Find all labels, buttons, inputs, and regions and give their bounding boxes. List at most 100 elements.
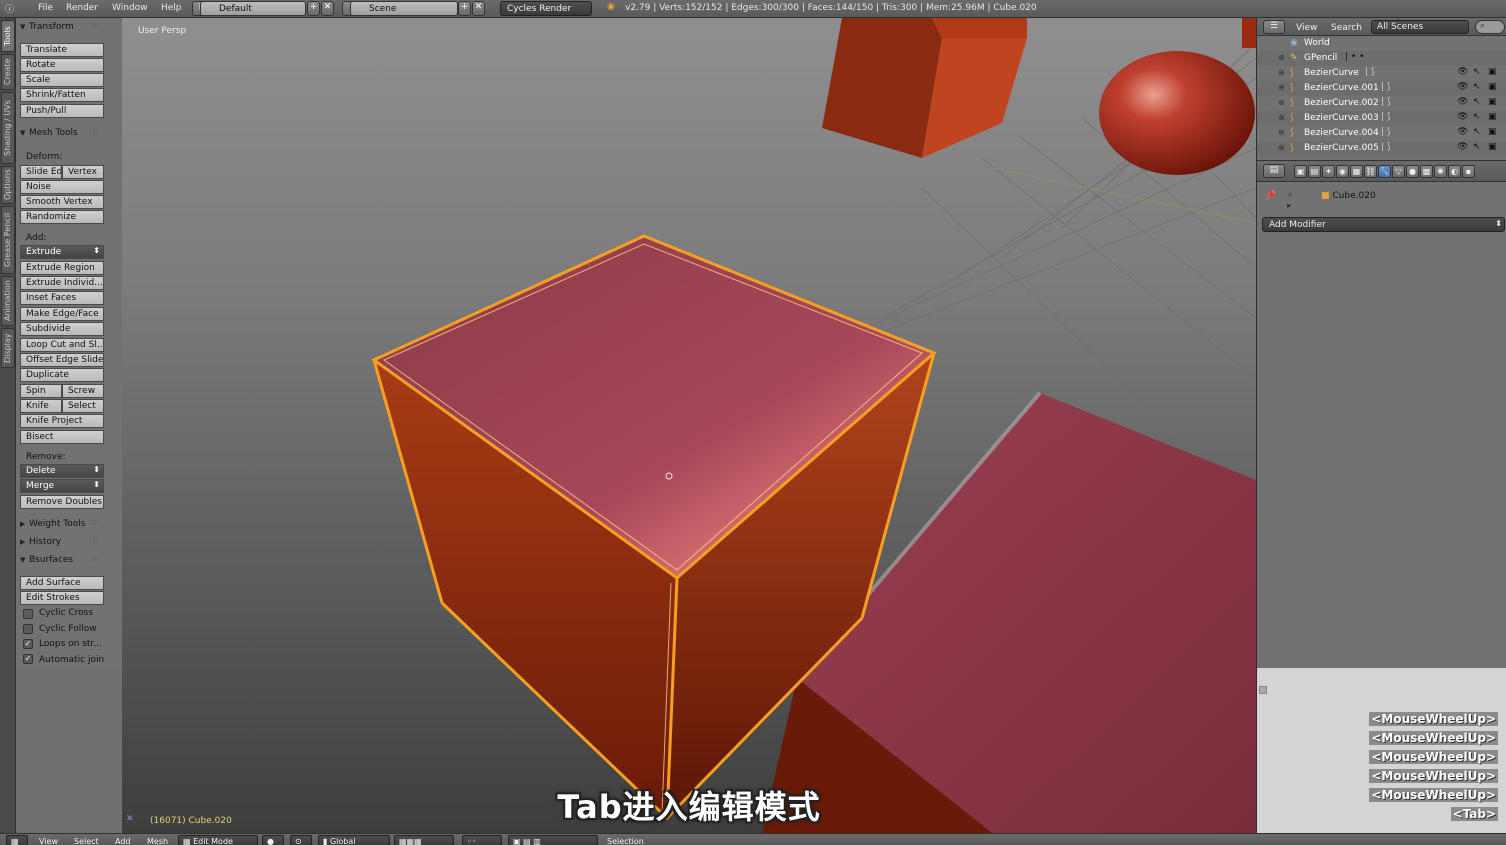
extrude-region-button[interactable]: Extrude Region [20, 261, 104, 275]
mesh-tools-panel-header[interactable]: ▼ Mesh Tools ∷∷ [20, 128, 98, 138]
render-camera-icon[interactable]: ▣ [1488, 142, 1497, 152]
bisect-button[interactable]: Bisect [20, 430, 104, 444]
visibility-eye-icon[interactable]: 👁 [1457, 142, 1468, 152]
layers-icon[interactable]: ◦◦ [462, 835, 502, 845]
expand-icon[interactable]: ⊕ [1278, 143, 1285, 152]
tab-animation[interactable]: Animation [1, 276, 15, 326]
knife-project-button[interactable]: Knife Project [20, 414, 104, 428]
render-camera-icon[interactable]: ▣ [1488, 82, 1497, 92]
search-icon[interactable]: ⌕ [1475, 20, 1505, 34]
remove-doubles-button[interactable]: Remove Doubles [20, 495, 104, 509]
select-arrow-icon[interactable]: ↖ [1473, 97, 1481, 107]
expand-icon[interactable]: ⊕ [1278, 113, 1285, 122]
screw-button[interactable]: Screw [62, 384, 104, 398]
menu-window[interactable]: Window [112, 3, 148, 13]
select-arrow-icon[interactable]: ↖ [1473, 127, 1481, 137]
scene-tab-icon[interactable]: ✦ [1322, 165, 1335, 178]
blender-logo-icon[interactable]: ⓘ [5, 2, 14, 15]
object-tab-icon[interactable]: ▦ [1350, 165, 1363, 178]
merge-select[interactable]: Merge ⬍ [20, 479, 104, 493]
visibility-eye-icon[interactable]: 👁 [1457, 97, 1468, 107]
outliner-view-menu[interactable]: View [1296, 23, 1317, 33]
grip-icon[interactable]: ∷∷ [90, 519, 98, 527]
slide-edge-button[interactable]: Slide Ed [20, 165, 62, 179]
menu-mesh[interactable]: Mesh [147, 837, 168, 845]
orientation-select[interactable]: ▮ Global [318, 835, 390, 845]
particles-tab-icon[interactable]: ✺ [1434, 165, 1447, 178]
extra-tab-icon[interactable]: ▪ [1462, 165, 1475, 178]
select-arrow-icon[interactable]: ↖ [1473, 82, 1481, 92]
shading-sphere-icon[interactable]: ● [262, 835, 284, 845]
cyclic-cross-checkbox[interactable] [23, 609, 33, 619]
render-camera-icon[interactable]: ▣ [1488, 127, 1497, 137]
duplicate-button[interactable]: Duplicate [20, 368, 104, 382]
extrude-select[interactable]: Extrude ⬍ [20, 245, 104, 259]
constraints-tab-icon[interactable]: ⛓ [1364, 165, 1377, 178]
texture-tab-icon[interactable]: ▩ [1420, 165, 1433, 178]
outliner-row-world[interactable]: ◉ World [1257, 36, 1506, 51]
material-tab-icon[interactable]: ● [1406, 165, 1419, 178]
randomize-button[interactable]: Randomize [20, 210, 104, 224]
select-arrow-icon[interactable]: ↖ [1473, 142, 1481, 152]
inset-faces-button[interactable]: Inset Faces [20, 291, 104, 305]
menu-help[interactable]: Help [161, 3, 182, 13]
area-corner-handle[interactable] [1259, 686, 1267, 694]
physics-tab-icon[interactable]: ◐ [1448, 165, 1461, 178]
render-camera-icon[interactable]: ▣ [1488, 112, 1497, 122]
make-edge-face-button[interactable]: Make Edge/Face [20, 307, 104, 321]
scene-field[interactable]: Scene [350, 1, 458, 16]
shrink-fatten-button[interactable]: Shrink/Fatten [20, 88, 104, 102]
tab-display[interactable]: Display [1, 328, 15, 368]
outliner-row-gpencil[interactable]: ⊕ ✎ GPencil | • • [1257, 51, 1506, 66]
outliner-row-beziercurve-002[interactable]: ⊕ ⟆ BezierCurve.002 | ⟆ 👁 ↖ ▣ [1257, 96, 1506, 111]
editor-type-icon[interactable]: ▤ [1263, 164, 1285, 178]
noise-button[interactable]: Noise [20, 180, 104, 194]
tab-options[interactable]: Options [1, 166, 15, 204]
grip-icon[interactable]: ∷∷ [90, 22, 98, 30]
modifiers-wrench-icon[interactable]: 🔧 [1378, 165, 1391, 178]
tab-tools[interactable]: Tools [1, 20, 15, 52]
select-arrow-icon[interactable]: ↖ [1473, 112, 1481, 122]
outliner-row-beziercurve-001[interactable]: ⊕ ⟆ BezierCurve.001 | ⟆ 👁 ↖ ▣ [1257, 81, 1506, 96]
tab-grease-pencil[interactable]: Grease Pencil [1, 206, 15, 274]
add-scene-icon[interactable]: + [458, 1, 471, 16]
visibility-eye-icon[interactable]: 👁 [1457, 112, 1468, 122]
render-camera-icon[interactable]: ▣ [1488, 67, 1497, 77]
menu-render[interactable]: Render [66, 3, 98, 13]
expand-icon[interactable]: ⊕ [1278, 98, 1285, 107]
loop-cut-button[interactable]: Loop Cut and Sl... [20, 338, 104, 352]
smooth-vertex-button[interactable]: Smooth Vertex [20, 195, 104, 209]
weight-tools-panel-header[interactable]: ▶ Weight Tools ∷∷ [20, 519, 98, 529]
pin-icon[interactable]: 📌 [1265, 191, 1276, 201]
add-layout-icon[interactable]: + [307, 1, 320, 16]
tab-shading-uvs[interactable]: Shading / UVs [1, 92, 15, 164]
expand-icon[interactable]: ⊕ [1278, 68, 1285, 77]
outliner-search-menu[interactable]: Search [1331, 23, 1362, 33]
offset-edge-slide-button[interactable]: Offset Edge Slide [20, 353, 104, 367]
rotate-button[interactable]: Rotate [20, 58, 104, 72]
grip-icon[interactable]: ∷∷ [90, 128, 98, 136]
select-arrow-icon[interactable]: ↖ [1473, 67, 1481, 77]
history-panel-header[interactable]: ▶ History ∷∷ [20, 537, 98, 547]
mode-select[interactable]: ▦ Edit Mode [178, 835, 258, 845]
render-layers-tab-icon[interactable]: ▤ [1308, 165, 1321, 178]
expand-icon[interactable]: ⊕ [1278, 83, 1285, 92]
grip-icon[interactable]: ∷∷ [90, 555, 98, 563]
menu-view[interactable]: View [39, 837, 58, 845]
knife-button[interactable]: Knife [20, 399, 62, 413]
scale-button[interactable]: Scale [20, 73, 104, 87]
editor-type-icon[interactable]: ☰ [1263, 20, 1285, 34]
add-surface-button[interactable]: Add Surface [20, 576, 104, 590]
world-tab-icon[interactable]: ◉ [1336, 165, 1349, 178]
spin-button[interactable]: Spin [20, 384, 62, 398]
close-scene-icon[interactable]: ✕ [472, 1, 485, 16]
3d-viewport[interactable]: User Persp ✕ (16071) Cube.020 Tab进入编辑模式 [122, 18, 1256, 833]
knife-select-button[interactable]: Select [62, 399, 104, 413]
bsurfaces-panel-header[interactable]: ▼ Bsurfaces ∷∷ [20, 555, 98, 565]
extrude-individual-button[interactable]: Extrude Individ... [20, 276, 104, 290]
vertex-slide-button[interactable]: Vertex [62, 165, 104, 179]
translate-button[interactable]: Translate [20, 43, 104, 57]
pivot-point-icon[interactable]: ⊙ [290, 835, 312, 845]
automatic-join-checkbox[interactable]: ✓ [23, 654, 33, 664]
render-camera-icon[interactable]: ▣ [1488, 97, 1497, 107]
